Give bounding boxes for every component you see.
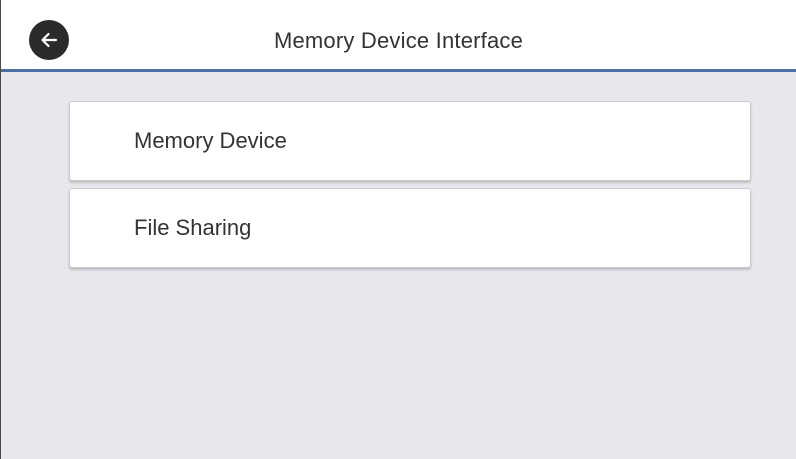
menu-item-memory-device[interactable]: Memory Device (69, 101, 751, 181)
menu-list: Memory Device File Sharing (69, 101, 751, 275)
menu-item-file-sharing[interactable]: File Sharing (69, 188, 751, 268)
menu-item-label: Memory Device (134, 128, 287, 153)
page-title: Memory Device Interface (273, 28, 524, 53)
menu-item-label: File Sharing (134, 215, 252, 240)
screen: Memory Device Interface Memory Device Fi… (0, 0, 796, 459)
header-bar: Memory Device Interface (1, 0, 796, 72)
